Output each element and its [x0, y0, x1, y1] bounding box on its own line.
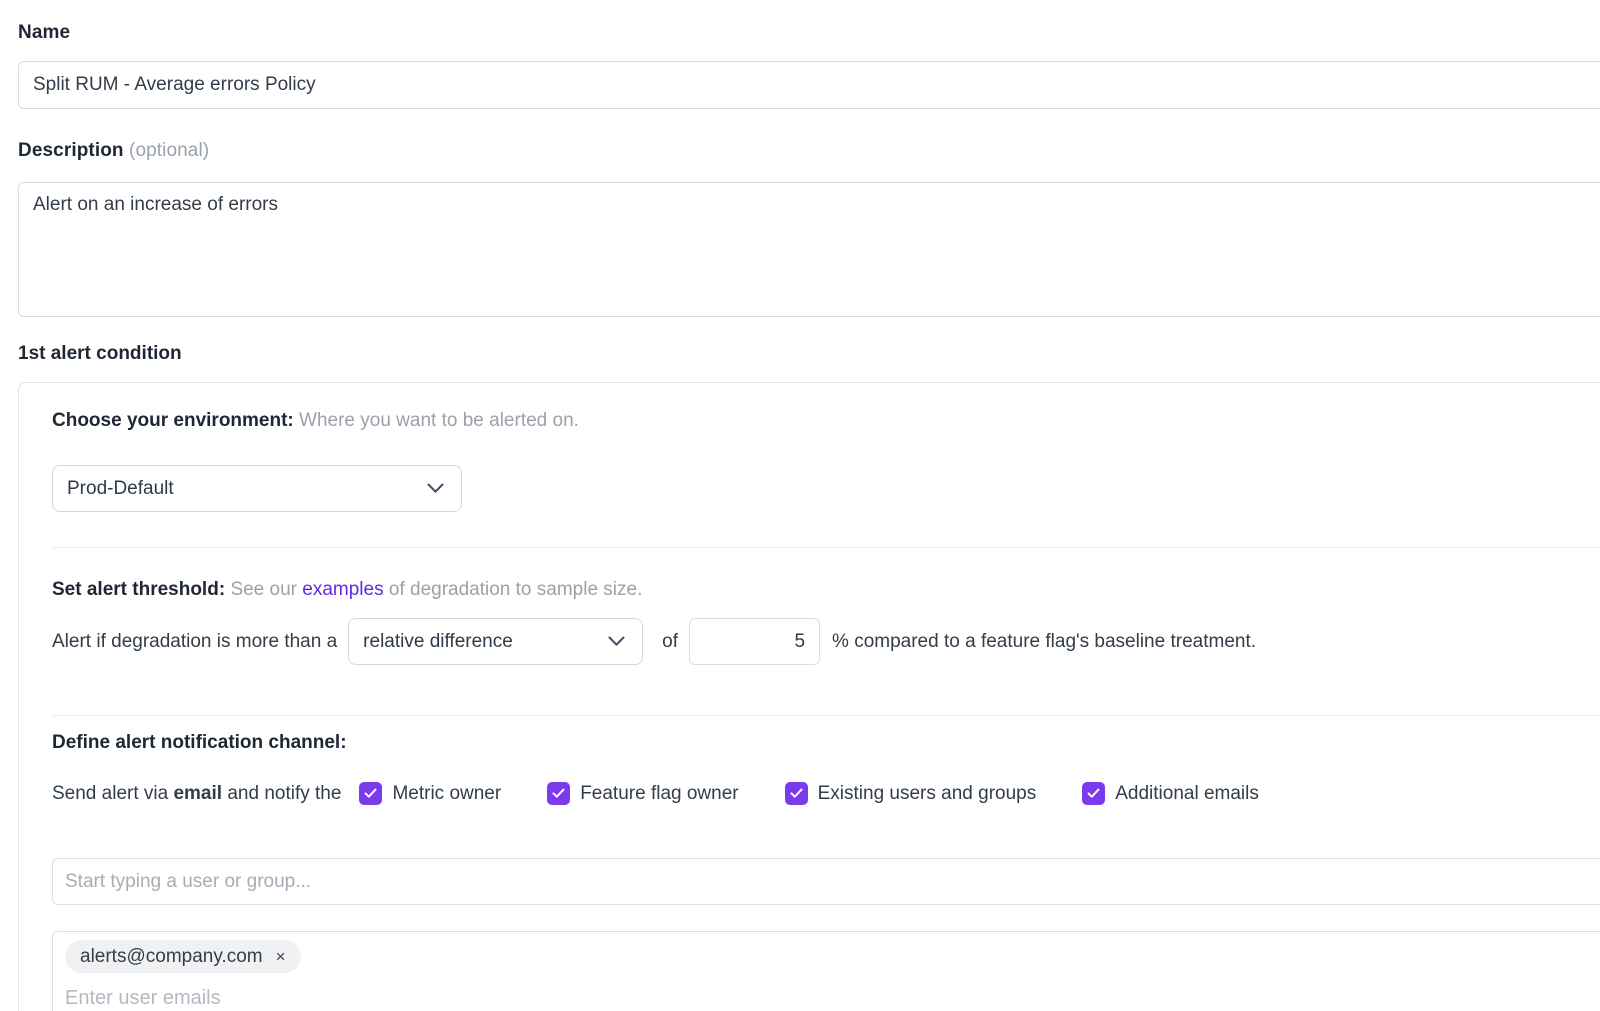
checkbox-label: Metric owner: [392, 783, 501, 805]
threshold-hint-prefix: See our: [230, 579, 297, 600]
chevron-down-icon: [427, 478, 444, 500]
environment-select[interactable]: Prod-Default: [52, 465, 462, 512]
threshold-label-line: Set alert threshold: See our examples of…: [52, 579, 1600, 601]
comparison-type-value: relative difference: [363, 631, 513, 653]
environment-label: Choose your environment:: [52, 410, 294, 431]
email-word: email: [173, 783, 222, 804]
checkbox-existing-users-groups[interactable]: Existing users and groups: [785, 782, 1037, 805]
description-optional-hint: (optional): [129, 140, 209, 161]
of-label: of: [662, 631, 678, 653]
checkbox-checked-icon[interactable]: [785, 782, 808, 805]
threshold-label: Set alert threshold:: [52, 579, 225, 600]
notification-label: Define alert notification channel:: [52, 732, 1600, 754]
alert-condition-title: 1st alert condition: [18, 343, 1600, 365]
divider: [52, 547, 1600, 548]
checkbox-checked-icon[interactable]: [359, 782, 382, 805]
additional-emails-box[interactable]: alerts@company.com × Enter user emails: [52, 931, 1600, 1011]
checkbox-feature-flag-owner[interactable]: Feature flag owner: [547, 782, 738, 805]
alert-condition-panel: Choose your environment: Where you want …: [18, 382, 1600, 1011]
threshold-hint-suffix: of degradation to sample size.: [389, 579, 643, 600]
environment-hint: Where you want to be alerted on.: [299, 410, 579, 431]
checkbox-label: Existing users and groups: [818, 783, 1037, 805]
checkbox-metric-owner[interactable]: Metric owner: [359, 782, 501, 805]
threshold-sentence-suffix: % compared to a feature flag's baseline …: [832, 631, 1256, 653]
threshold-sentence-prefix: Alert if degradation is more than a: [52, 631, 337, 653]
description-textarea[interactable]: Alert on an increase of errors: [18, 182, 1600, 317]
environment-select-value: Prod-Default: [67, 478, 174, 500]
description-label: Description (optional): [18, 140, 1600, 162]
name-label: Name: [18, 22, 1600, 44]
email-chip: alerts@company.com ×: [65, 940, 301, 973]
chip-remove-icon[interactable]: ×: [276, 948, 286, 965]
checkbox-label: Additional emails: [1115, 783, 1259, 805]
alert-policy-form: Name Description (optional) Alert on an …: [0, 0, 1600, 1011]
name-input[interactable]: [18, 61, 1600, 109]
checkbox-checked-icon[interactable]: [547, 782, 570, 805]
checkbox-additional-emails[interactable]: Additional emails: [1082, 782, 1259, 805]
chevron-down-icon: [608, 631, 625, 653]
divider: [52, 715, 1600, 716]
threshold-percent-input[interactable]: [689, 618, 820, 665]
checkbox-label: Feature flag owner: [580, 783, 738, 805]
threshold-row: Alert if degradation is more than a rela…: [52, 618, 1600, 665]
email-chip-text: alerts@company.com: [80, 946, 263, 968]
send-sentence: Send alert via email and notify the: [52, 783, 341, 805]
emails-placeholder: Enter user emails: [65, 987, 1596, 1010]
environment-label-line: Choose your environment: Where you want …: [52, 410, 1600, 432]
comparison-type-select[interactable]: relative difference: [348, 618, 643, 665]
notification-send-row: Send alert via email and notify the Metr…: [52, 782, 1600, 805]
user-group-search-input[interactable]: [52, 858, 1600, 905]
examples-link[interactable]: examples: [302, 579, 383, 600]
checkbox-checked-icon[interactable]: [1082, 782, 1105, 805]
